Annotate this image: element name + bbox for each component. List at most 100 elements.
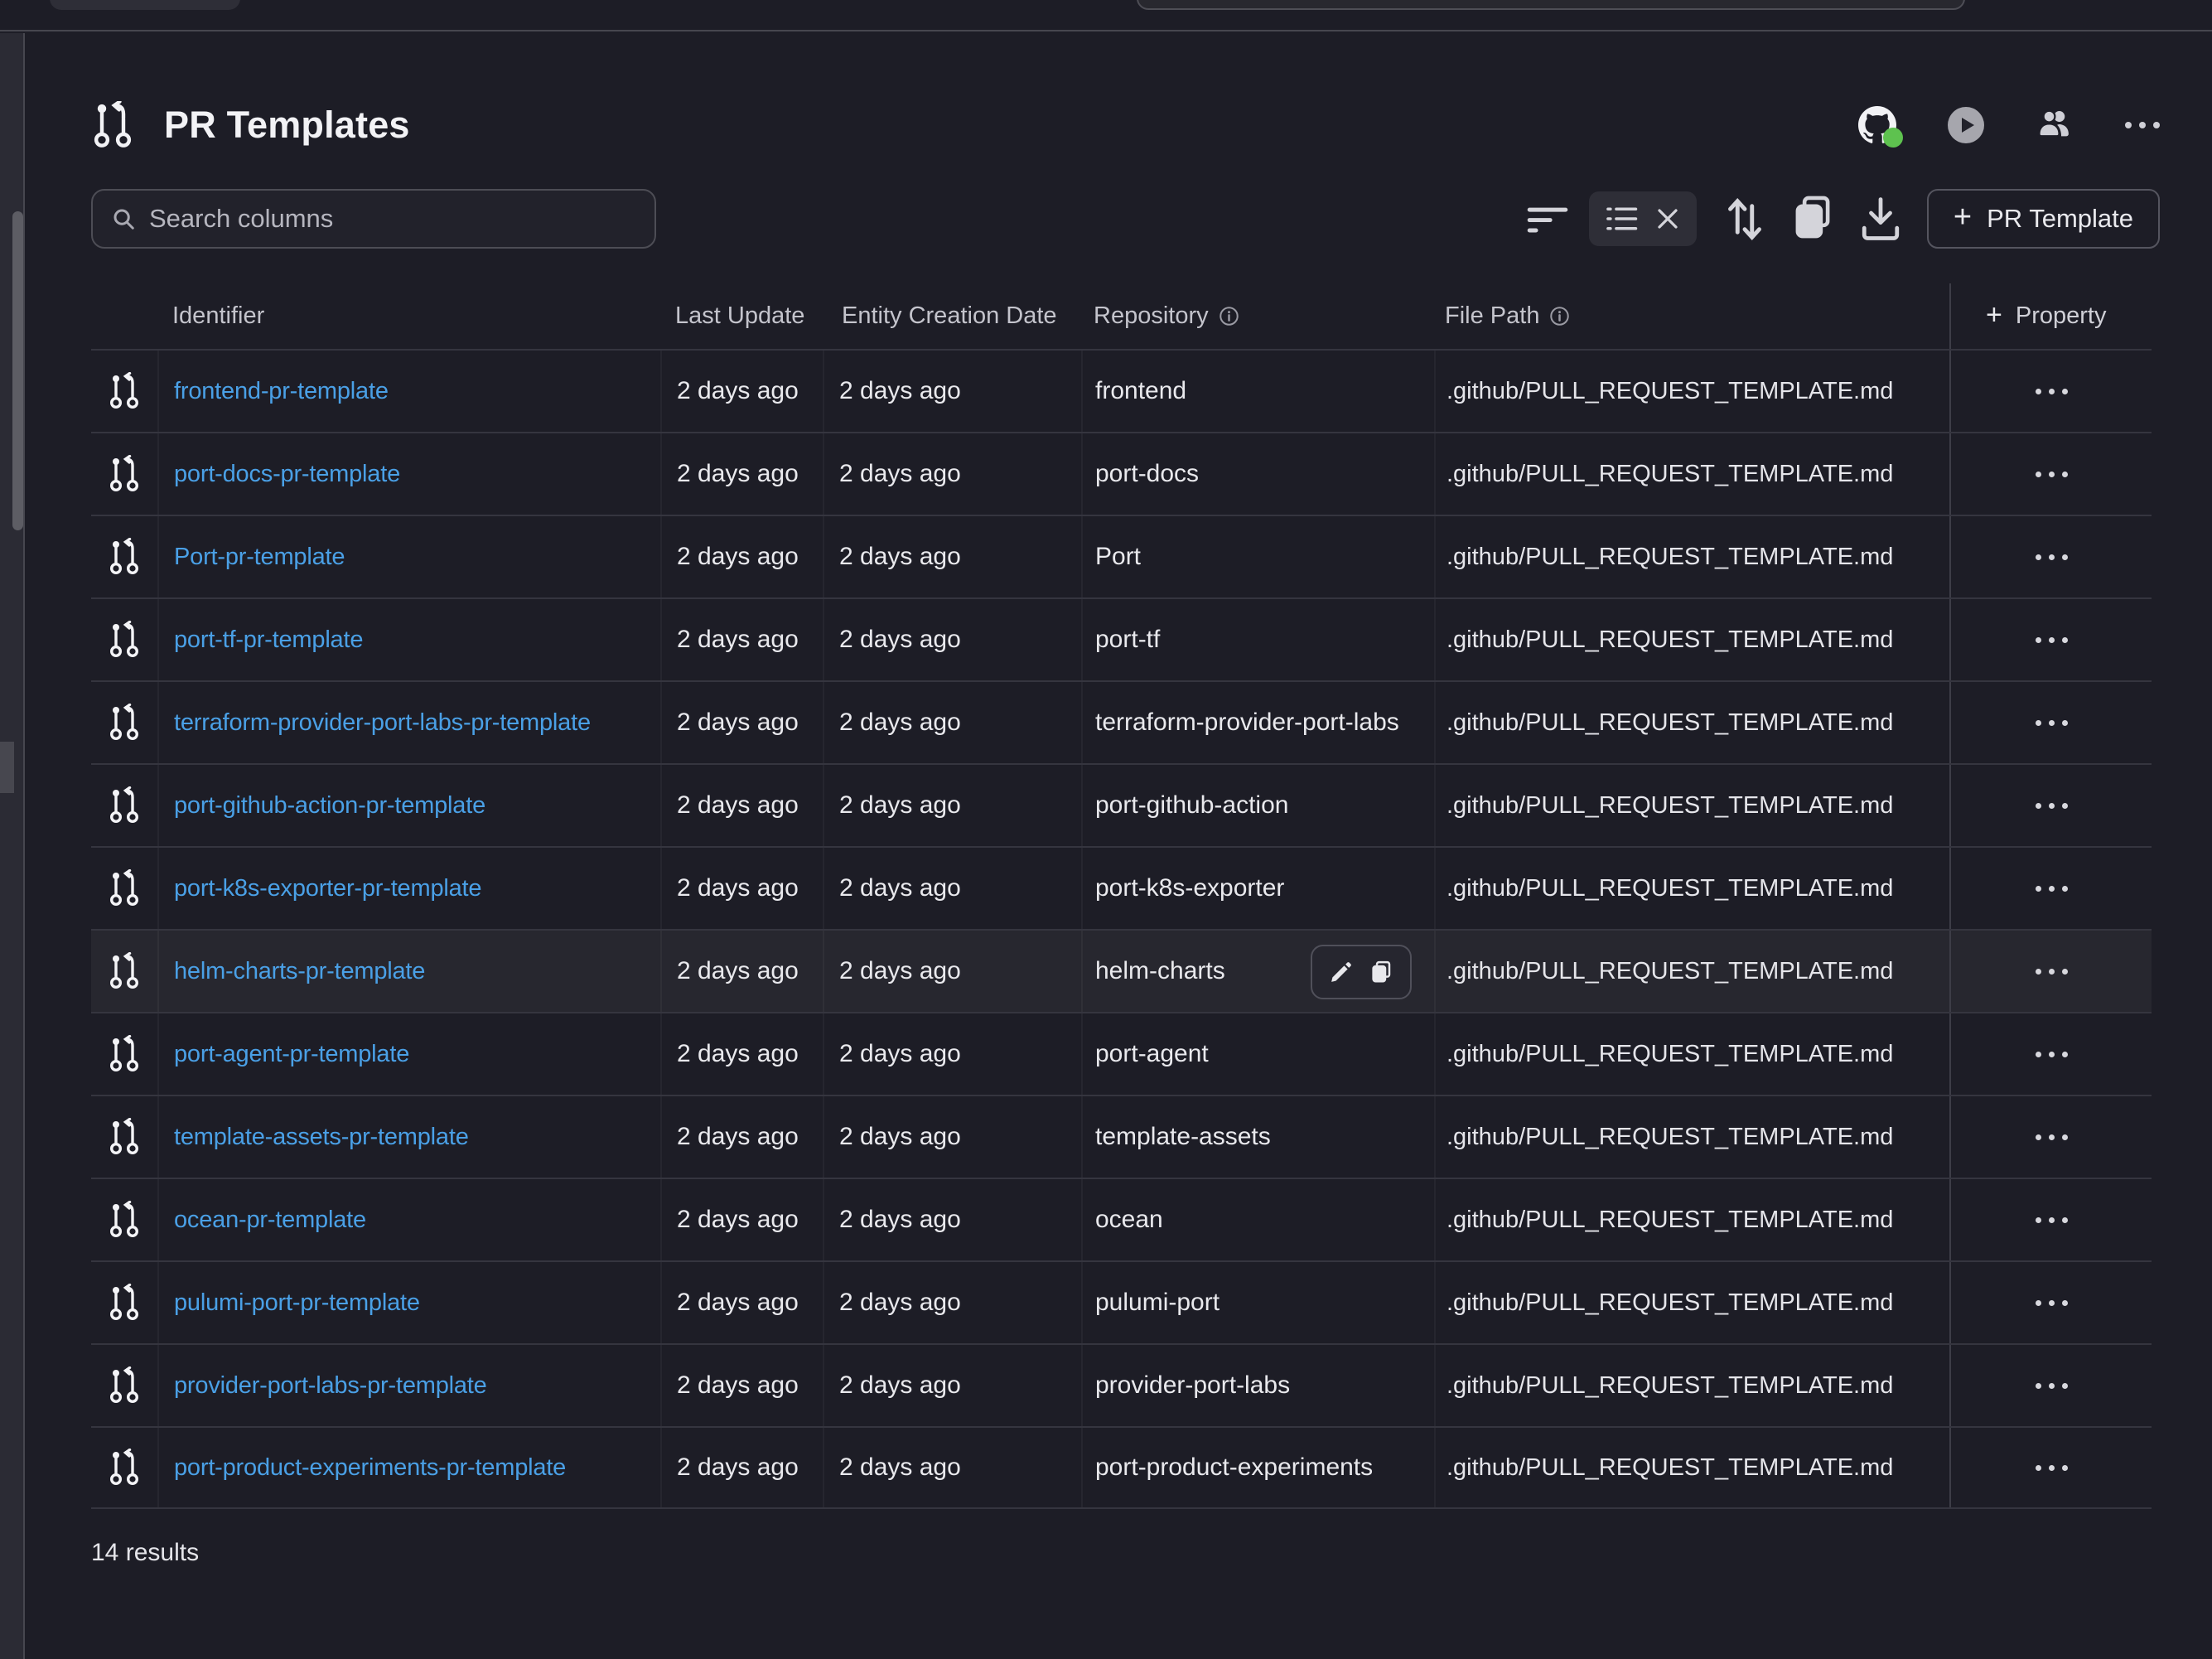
identifier-link[interactable]: frontend-pr-template (174, 378, 389, 405)
pull-request-icon (108, 1118, 141, 1156)
copy-table-button[interactable] (1789, 196, 1836, 242)
pull-request-icon (108, 1366, 141, 1405)
ellipsis-icon (2036, 554, 2041, 560)
pull-request-icon (108, 621, 141, 659)
row-more-menu[interactable] (2027, 960, 2076, 983)
close-icon (1655, 206, 1680, 231)
identifier-link[interactable]: port-product-experiments-pr-template (174, 1454, 566, 1482)
row-actions-cell (1949, 1428, 2152, 1507)
column-header-repository[interactable]: Repository (1081, 302, 1434, 330)
identifier-cell: Port-pr-template (157, 516, 660, 597)
play-icon (1962, 118, 1974, 133)
pull-request-icon (108, 372, 141, 410)
last-update-cell: 2 days ago (660, 1262, 823, 1343)
file-path-cell: .github/PULL_REQUEST_TEMPLATE.md (1434, 1262, 1949, 1343)
row-more-menu[interactable] (2027, 1209, 2076, 1231)
column-header-file-path[interactable]: File Path (1434, 302, 1949, 330)
github-status-icon[interactable] (1858, 106, 1896, 144)
identifier-link[interactable]: port-tf-pr-template (174, 626, 363, 654)
file-path-cell: .github/PULL_REQUEST_TEMPLATE.md (1434, 351, 1949, 432)
list-view-button[interactable] (1606, 204, 1639, 234)
row-more-menu[interactable] (2027, 629, 2076, 651)
identifier-link[interactable]: provider-port-labs-pr-template (174, 1372, 487, 1400)
identifier-link[interactable]: port-docs-pr-template (174, 461, 400, 488)
ellipsis-icon (2036, 803, 2041, 809)
edit-pencil-icon[interactable] (1329, 960, 1354, 984)
search-icon (111, 206, 136, 231)
row-entity-icon-cell (91, 621, 157, 659)
entity-creation-date-cell: 2 days ago (823, 1013, 1081, 1095)
identifier-link[interactable]: port-agent-pr-template (174, 1041, 409, 1068)
pull-request-icon (108, 1284, 141, 1322)
row-actions-cell (1949, 765, 2152, 846)
column-header-identifier[interactable]: Identifier (157, 302, 660, 330)
row-entity-icon-cell (91, 869, 157, 907)
vertical-scrollbar-thumb[interactable] (12, 211, 23, 530)
identifier-cell: terraform-provider-port-labs-pr-template (157, 682, 660, 763)
add-pr-template-label: PR Template (1987, 204, 2133, 234)
sync-status-dot (1883, 128, 1903, 148)
repository-cell: port-tf (1081, 599, 1434, 680)
row-more-menu[interactable] (2027, 1457, 2076, 1479)
pull-request-icon (108, 952, 141, 990)
search-columns-input[interactable] (149, 204, 636, 234)
identifier-link[interactable]: port-github-action-pr-template (174, 792, 485, 820)
identifier-cell: port-tf-pr-template (157, 599, 660, 680)
play-button[interactable] (1948, 107, 1984, 143)
ellipsis-icon (2036, 637, 2041, 643)
last-update-cell: 2 days ago (660, 931, 823, 1012)
add-property-button[interactable]: + Property (1949, 283, 2152, 349)
sort-button[interactable] (1722, 196, 1768, 242)
info-icon[interactable] (1219, 306, 1239, 326)
people-icon (2036, 107, 2074, 140)
pull-request-icon (108, 538, 141, 576)
row-more-menu[interactable] (2027, 878, 2076, 900)
global-search-bar[interactable] (1137, 0, 1965, 10)
row-more-menu[interactable] (2027, 1375, 2076, 1397)
identifier-link[interactable]: helm-charts-pr-template (174, 958, 425, 985)
repository-cell: provider-port-labs (1081, 1345, 1434, 1426)
row-more-menu[interactable] (2027, 795, 2076, 817)
entity-creation-date-cell: 2 days ago (823, 682, 1081, 763)
search-columns-box[interactable] (91, 189, 656, 249)
sort-arrows-icon (1722, 193, 1768, 245)
identifier-link[interactable]: template-assets-pr-template (174, 1124, 469, 1151)
page-more-menu[interactable] (2125, 122, 2160, 128)
row-more-menu[interactable] (2027, 1126, 2076, 1149)
copy-icon[interactable] (1369, 960, 1393, 984)
top-left-button[interactable] (50, 0, 240, 10)
column-header-entity-creation-date[interactable]: Entity Creation Date (823, 302, 1081, 330)
add-pr-template-button[interactable]: + PR Template (1927, 189, 2160, 249)
last-update-cell: 2 days ago (660, 433, 823, 515)
identifier-link[interactable]: port-k8s-exporter-pr-template (174, 875, 481, 902)
ellipsis-icon (2036, 1465, 2041, 1471)
info-icon[interactable] (1549, 306, 1570, 326)
row-actions-cell (1949, 1262, 2152, 1343)
row-more-menu[interactable] (2027, 1292, 2076, 1314)
last-update-cell: 2 days ago (660, 848, 823, 929)
row-more-menu[interactable] (2027, 380, 2076, 403)
copy-icon (1789, 194, 1836, 243)
file-path-cell: .github/PULL_REQUEST_TEMPLATE.md (1434, 1096, 1949, 1178)
row-entity-icon-cell (91, 372, 157, 410)
file-path-cell: .github/PULL_REQUEST_TEMPLATE.md (1434, 1428, 1949, 1507)
filter-button[interactable] (1524, 196, 1571, 242)
clear-view-button[interactable] (1655, 206, 1680, 231)
row-more-menu[interactable] (2027, 546, 2076, 568)
export-download-button[interactable] (1857, 196, 1904, 242)
team-members-button[interactable] (2036, 107, 2074, 144)
last-update-cell: 2 days ago (660, 351, 823, 432)
column-header-last-update[interactable]: Last Update (660, 302, 823, 330)
row-more-menu[interactable] (2027, 463, 2076, 486)
identifier-link[interactable]: ocean-pr-template (174, 1207, 366, 1234)
row-more-menu[interactable] (2027, 1043, 2076, 1066)
table-row: helm-charts-pr-template 2 days ago 2 day… (91, 929, 2152, 1012)
row-more-menu[interactable] (2027, 712, 2076, 734)
row-entity-icon-cell (91, 1035, 157, 1073)
identifier-link[interactable]: Port-pr-template (174, 544, 345, 571)
identifier-link[interactable]: pulumi-port-pr-template (174, 1289, 420, 1317)
sidebar-collapse-handle[interactable] (0, 742, 14, 793)
table-row: provider-port-labs-pr-template 2 days ag… (91, 1343, 2152, 1426)
identifier-link[interactable]: terraform-provider-port-labs-pr-template (174, 709, 591, 737)
add-property-label: Property (2016, 302, 2107, 330)
